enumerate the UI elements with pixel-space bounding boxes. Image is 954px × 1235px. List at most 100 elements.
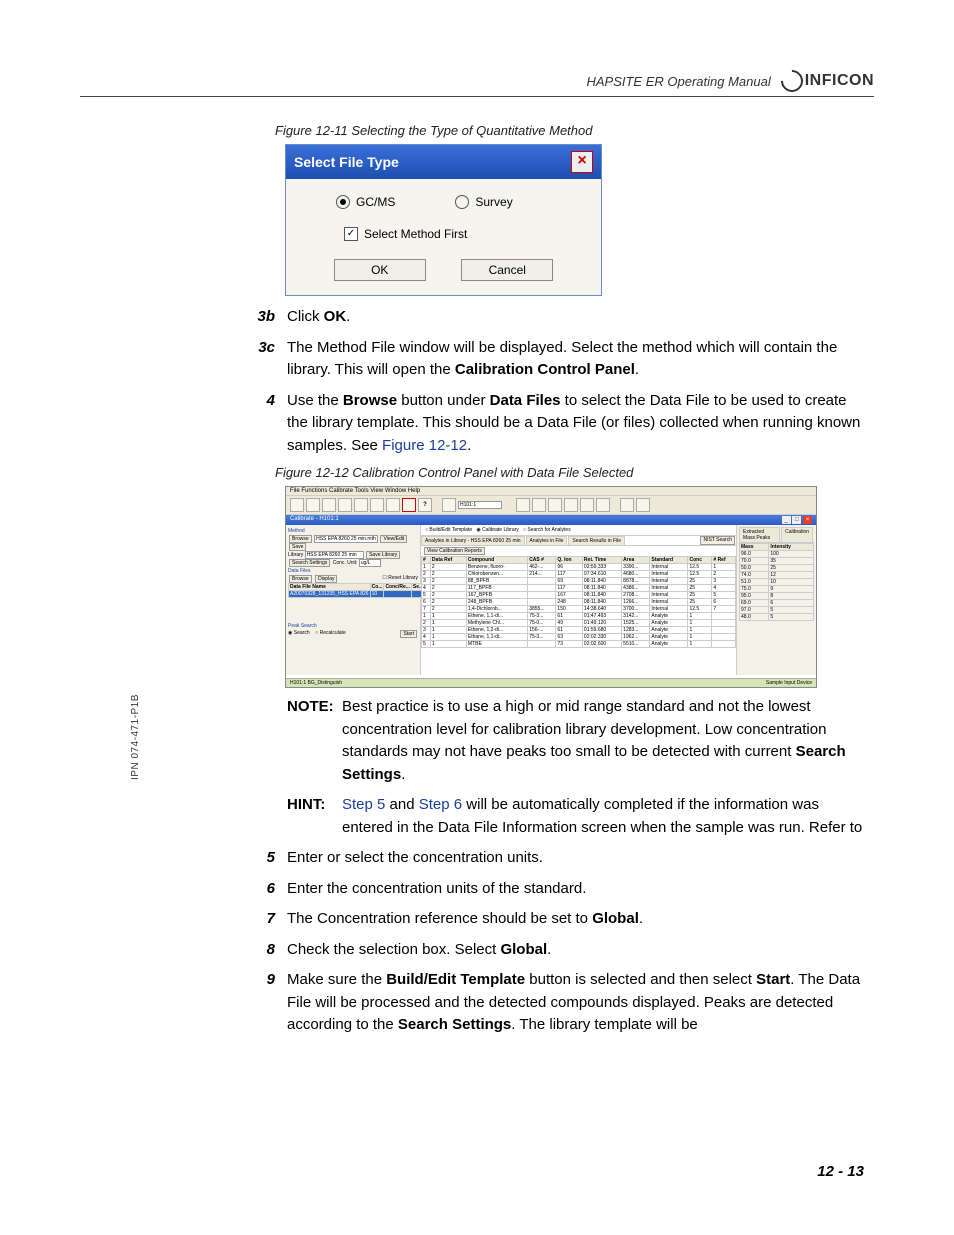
ipn-label: IPN 074-471-P1B bbox=[130, 694, 141, 780]
step-3c: The Method File window will be displayed… bbox=[287, 337, 864, 382]
figure-12-12-link[interactable]: Figure 12-12 bbox=[382, 437, 467, 454]
toolbar-icon[interactable] bbox=[620, 498, 634, 512]
table-row[interactable]: 42117_BPFB11708:11.8404386...Internal254 bbox=[422, 585, 736, 592]
table-row[interactable]: 11Ethene, 1,1-di...75-3...6101:47.493314… bbox=[422, 613, 736, 620]
toolbar-icon[interactable] bbox=[636, 498, 650, 512]
tab-analytes-library[interactable]: Analytes in Library - HSS EPA 8260 25 mi… bbox=[421, 536, 525, 545]
table-row[interactable]: 3288_BPFB6908:11.8408878...Internal253 bbox=[422, 578, 736, 585]
step-num-8: 8 bbox=[245, 939, 287, 962]
toolbar-icon[interactable] bbox=[370, 498, 384, 512]
step-5-link[interactable]: Step 5 bbox=[342, 796, 385, 813]
hint-text: Step 5 and Step 6 will be automatically … bbox=[342, 794, 864, 839]
figure-12-caption: Figure 12-12 Calibration Control Panel w… bbox=[275, 465, 864, 480]
minimize-icon[interactable]: _ bbox=[782, 516, 791, 524]
table-row[interactable]: 74.012 bbox=[740, 572, 814, 579]
radio-gcms[interactable]: GC/MS bbox=[336, 195, 395, 209]
toolbar-icon[interactable] bbox=[516, 498, 530, 512]
table-row[interactable]: 51MTBE7302:02.6005510...Analyte1 bbox=[422, 641, 736, 648]
cancel-button[interactable]: Cancel bbox=[461, 259, 553, 281]
maximize-icon[interactable]: □ bbox=[792, 516, 801, 524]
note-text: Best practice is to use a high or mid ra… bbox=[342, 696, 864, 786]
toolbar-combo[interactable]: H101:1 bbox=[458, 501, 502, 509]
library-combo[interactable]: HSS EPA 8260 25 min bbox=[305, 551, 364, 559]
toolbar-icon[interactable] bbox=[290, 498, 304, 512]
center-panel: ○ Build/Edit Template ◉ Calibrate Librar… bbox=[421, 525, 736, 675]
toolbar-icon[interactable] bbox=[354, 498, 368, 512]
toolbar-icon[interactable] bbox=[306, 498, 320, 512]
close-icon[interactable]: × bbox=[571, 151, 593, 173]
analytes-table: #Data RefCompoundCAS #Q. IonRet. TimeAre… bbox=[421, 556, 736, 648]
toolbar-icon[interactable] bbox=[596, 498, 610, 512]
toolbar-icon[interactable] bbox=[386, 498, 400, 512]
table-row[interactable]: 12Benzene, fluoro-462-...9602:59.3333390… bbox=[422, 564, 736, 571]
start-button[interactable]: Start bbox=[400, 630, 417, 638]
tab-search-results[interactable]: Search Results in File bbox=[568, 536, 625, 545]
radio-survey[interactable]: Survey bbox=[455, 195, 512, 209]
table-row[interactable]: 721,4-Dichlorob...3855...15014:38.640370… bbox=[422, 606, 736, 613]
radio-icon bbox=[336, 195, 350, 209]
step-num-6: 6 bbox=[245, 878, 287, 901]
logo-swirl-icon bbox=[776, 65, 807, 96]
table-row[interactable]: 62248_BPFB24808:11.8401266...Internal256 bbox=[422, 599, 736, 606]
search-settings-button[interactable]: Search Settings bbox=[289, 559, 330, 567]
table-row[interactable]: A20070328_131235_HSS EPA 826 10 bbox=[289, 591, 425, 598]
toolbar-icon[interactable] bbox=[548, 498, 562, 512]
app-menu-bar[interactable]: File Functions Calibrate Tools View Wind… bbox=[286, 487, 816, 496]
close-icon[interactable]: × bbox=[803, 516, 812, 524]
table-row[interactable]: 51.010 bbox=[740, 579, 814, 586]
table-row[interactable]: 69.06 bbox=[740, 600, 814, 607]
conc-unit-combo[interactable]: ug/L bbox=[359, 559, 381, 567]
toolbar-icon[interactable] bbox=[338, 498, 352, 512]
table-row[interactable]: 70.035 bbox=[740, 558, 814, 565]
tab-calibration[interactable]: Calibration bbox=[781, 527, 813, 542]
ok-button[interactable]: OK bbox=[334, 259, 426, 281]
toolbar-icon[interactable] bbox=[580, 498, 594, 512]
table-row[interactable]: 41Ethane, 1,1-di...75-3...6302:02.330196… bbox=[422, 634, 736, 641]
table-row[interactable]: 50.025 bbox=[740, 565, 814, 572]
tab-analytes-file[interactable]: Analytes in File bbox=[526, 536, 568, 545]
toolbar-icon[interactable] bbox=[532, 498, 546, 512]
table-row[interactable]: 96.0100 bbox=[740, 551, 814, 558]
table-row[interactable]: 31Ethene, 1,2-di...156-...6101:59.680128… bbox=[422, 627, 736, 634]
method-path[interactable]: HSS EPA 8260 25 min.mth bbox=[314, 535, 378, 543]
display-button[interactable]: Display bbox=[315, 575, 337, 583]
step-num-3c: 3c bbox=[245, 337, 287, 382]
mass-peaks-table: MassIntensity96.010070.03550.02574.01251… bbox=[739, 543, 814, 621]
table-row[interactable]: 21Methylene Chl...75-0...4901:49.1201525… bbox=[422, 620, 736, 627]
radio-search-analytes[interactable]: ○ Search for Analytes bbox=[523, 527, 571, 533]
step-8: Check the selection box. Select Global. bbox=[287, 939, 864, 962]
toolbar-icon[interactable] bbox=[442, 498, 456, 512]
tab-extracted-mass-peaks[interactable]: Extracted Mass Peaks bbox=[739, 527, 780, 542]
note-label: NOTE: bbox=[287, 696, 342, 786]
save-button[interactable]: Save bbox=[289, 543, 306, 551]
table-row[interactable]: 22Chlorobenzen...214...11707:34.6104680.… bbox=[422, 571, 736, 578]
toolbar-icon[interactable] bbox=[402, 498, 416, 512]
nist-search-button[interactable]: NIST Search bbox=[700, 536, 735, 545]
toolbar-icon[interactable] bbox=[322, 498, 336, 512]
radio-search[interactable]: ◉ Search bbox=[288, 630, 310, 636]
browse-button[interactable]: Browse bbox=[289, 535, 312, 543]
dialog-title: Select File Type bbox=[294, 154, 399, 170]
table-row[interactable]: 48.05 bbox=[740, 614, 814, 621]
step-6-link[interactable]: Step 6 bbox=[419, 796, 462, 813]
view-edit-button[interactable]: View/Edit bbox=[380, 535, 407, 543]
manual-title: HAPSITE ER Operating Manual bbox=[586, 74, 770, 89]
data-files-table: Data File Name Co... Conc/Re... Se... A2… bbox=[288, 583, 425, 598]
view-cal-reports-button[interactable]: View Calibration Reports bbox=[424, 547, 485, 555]
radio-calibrate-library[interactable]: ◉ Calibrate Library bbox=[476, 527, 518, 533]
table-row[interactable]: 95.08 bbox=[740, 593, 814, 600]
table-row[interactable]: 97.05 bbox=[740, 607, 814, 614]
toolbar-icon[interactable] bbox=[564, 498, 578, 512]
table-row[interactable]: 52167_BPFB16708:11.8402708...Internal255 bbox=[422, 592, 736, 599]
calibration-control-panel-screenshot: File Functions Calibrate Tools View Wind… bbox=[285, 486, 817, 688]
radio-icon bbox=[455, 195, 469, 209]
radio-build-edit[interactable]: ○ Build/Edit Template bbox=[425, 527, 472, 533]
save-library-button[interactable]: Save Library bbox=[366, 551, 400, 559]
window-controls: _ □ × bbox=[782, 516, 812, 524]
checkbox-select-method-first[interactable]: ✓ Select Method First bbox=[306, 227, 581, 241]
table-row[interactable]: 75.09 bbox=[740, 586, 814, 593]
browse-button[interactable]: Browse bbox=[289, 575, 312, 583]
radio-recalculate[interactable]: ○ Recalculate bbox=[315, 630, 346, 636]
window-title: Calibrate - H101:1 bbox=[290, 516, 339, 524]
help-icon[interactable]: ? bbox=[418, 498, 432, 512]
